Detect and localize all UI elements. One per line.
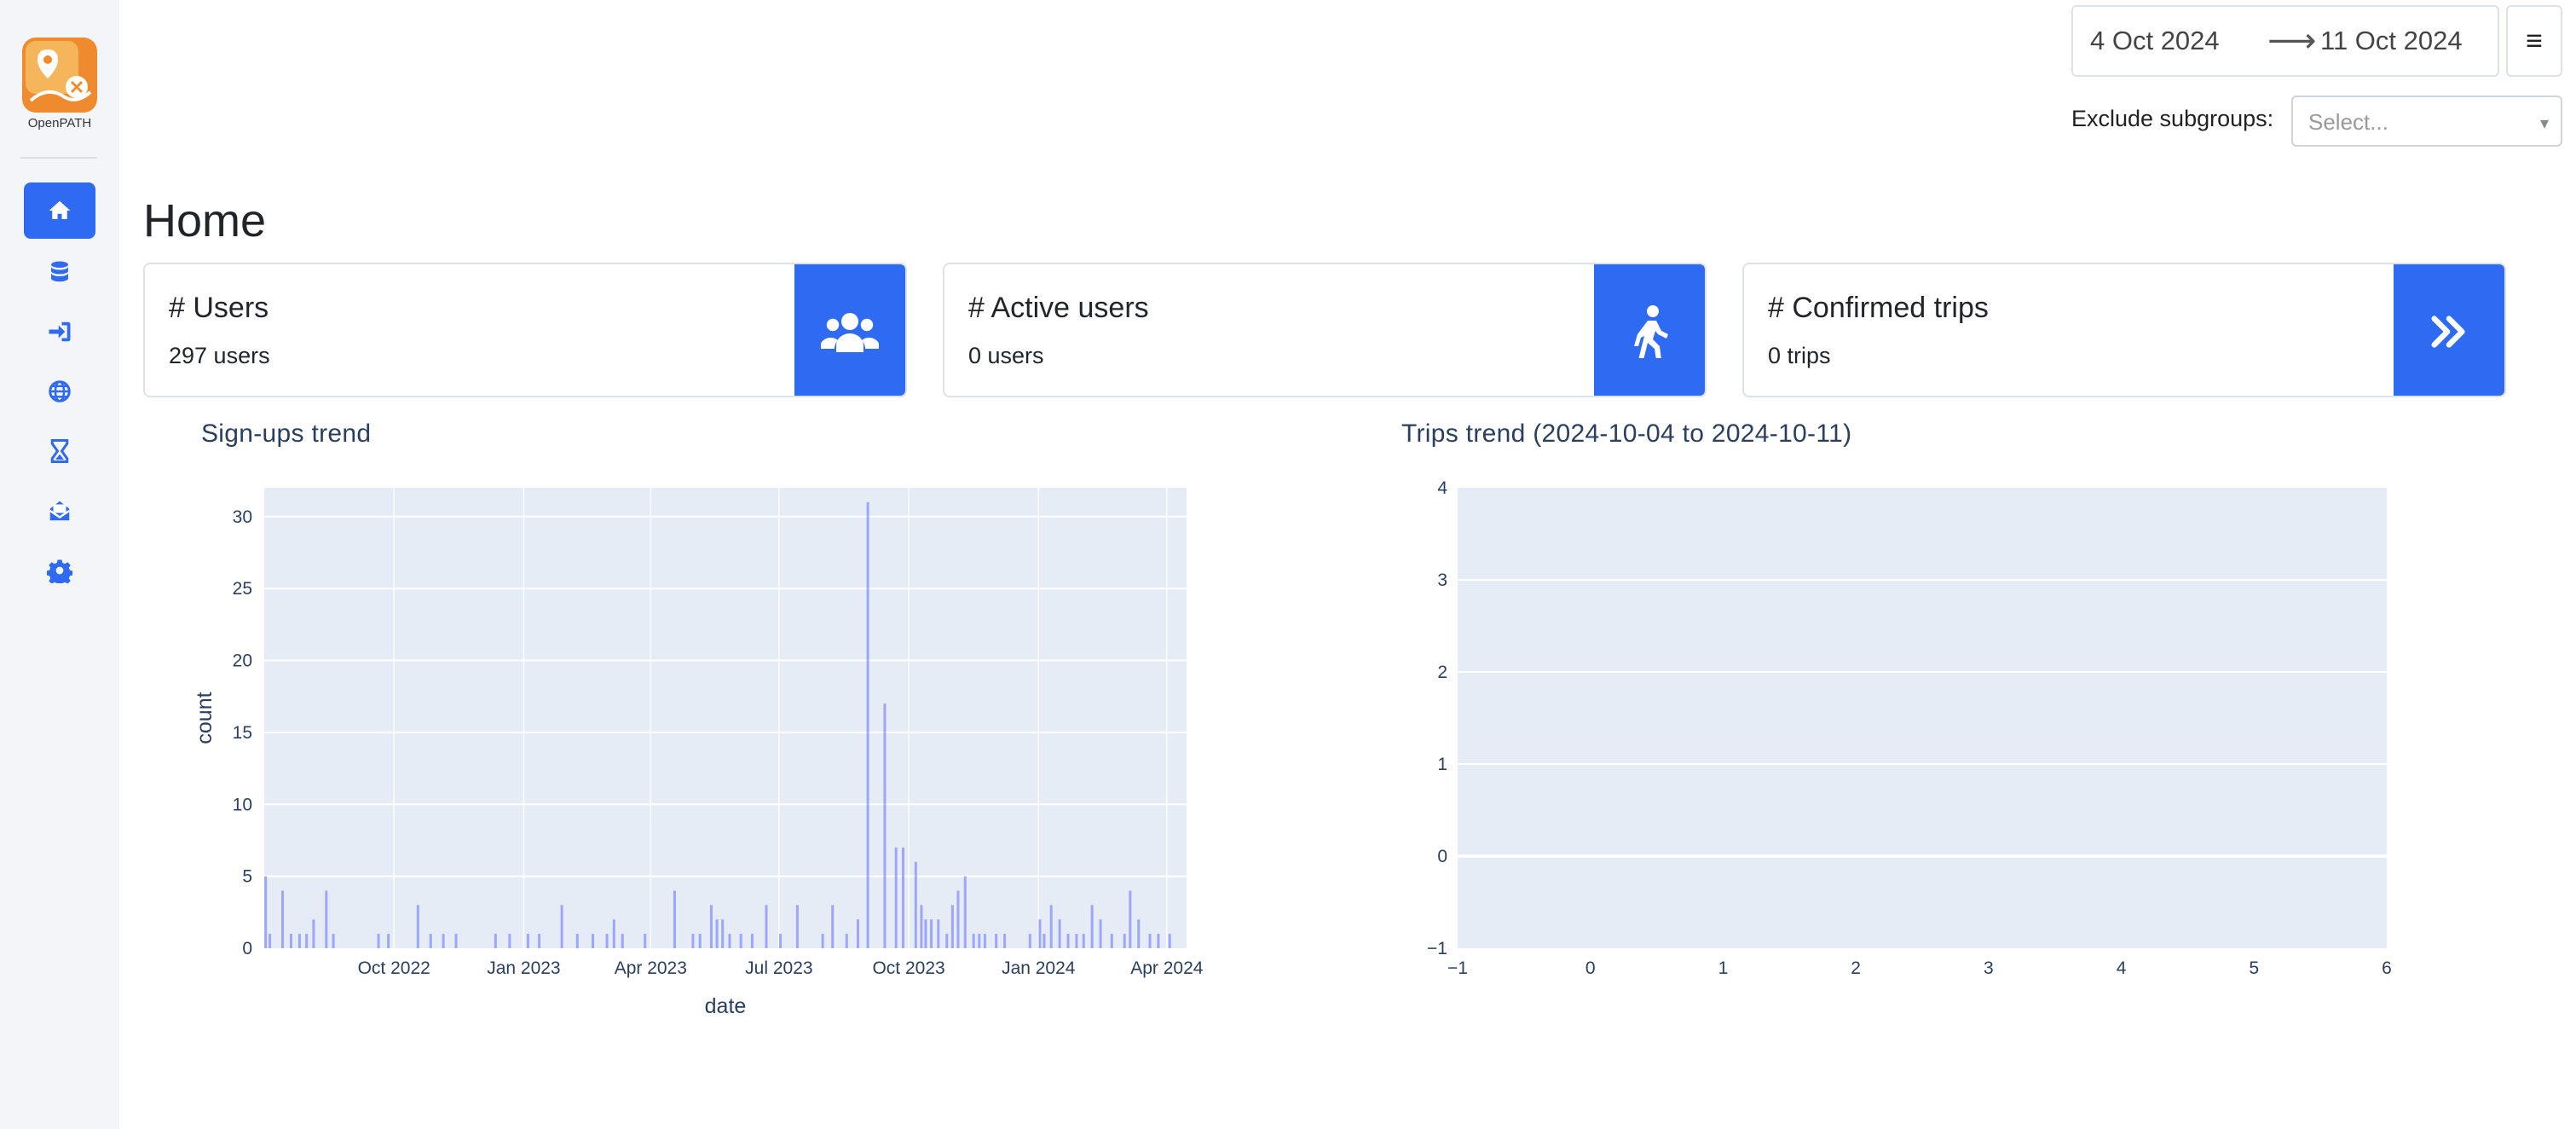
bar [995, 934, 998, 948]
bar [937, 919, 940, 948]
bar [494, 934, 497, 948]
bar [1049, 905, 1053, 948]
bar [1003, 934, 1007, 948]
bar [883, 703, 887, 948]
bar [765, 905, 768, 948]
y-tick-label: 25 [233, 579, 252, 599]
bar [721, 919, 725, 948]
bar [1058, 919, 1061, 948]
bar [575, 934, 579, 948]
x-axis-title: date [705, 994, 747, 1018]
bar [739, 934, 742, 948]
bar [1075, 934, 1078, 948]
bar [454, 934, 458, 948]
bar [698, 934, 702, 948]
bar [1043, 934, 1046, 948]
bar [715, 919, 719, 948]
bar [901, 847, 904, 948]
bar [950, 905, 954, 948]
bar [831, 905, 835, 948]
bar [305, 934, 309, 948]
bar [621, 934, 624, 948]
bar [750, 934, 754, 948]
bar [1110, 934, 1113, 948]
x-tick-label: Apr 2024 [1130, 958, 1204, 978]
bar [1168, 934, 1171, 948]
bar [1123, 934, 1126, 948]
x-tick-labels: Oct 2022 Jan 2023 Apr 2023 Jul 2023 Oct 2023… [358, 958, 1204, 978]
bar [972, 934, 975, 948]
bar [591, 934, 594, 948]
x-tick-label: Apr 2023 [615, 958, 687, 978]
bar [1066, 934, 1070, 948]
y-tick-label: 5 [242, 867, 252, 887]
bar [924, 919, 927, 948]
plot-area [264, 488, 1187, 948]
bar [845, 934, 848, 948]
bar [442, 934, 445, 948]
bar [312, 919, 315, 948]
bar [914, 861, 917, 948]
bar [1129, 890, 1132, 948]
bar [416, 905, 419, 948]
y-tick-label: 15 [233, 723, 252, 743]
bar [857, 919, 860, 948]
y-tick-label: 30 [233, 507, 252, 527]
bar [709, 905, 713, 948]
bar [1137, 919, 1141, 948]
x-tick-label: Jul 2023 [745, 958, 812, 978]
bar [779, 934, 783, 948]
bar [930, 919, 933, 948]
bar [1038, 919, 1042, 948]
signups-trend-chart: 0 5 10 15 20 25 30 Oct 2022 Jan 2023 Apr 2023 Jul… [193, 488, 1204, 1018]
bar [332, 934, 335, 948]
bar [673, 890, 676, 948]
bar [538, 934, 541, 948]
bar [894, 847, 898, 948]
y-axis-title: count [193, 692, 217, 744]
bar [945, 934, 949, 948]
bar [508, 934, 511, 948]
bar [325, 890, 328, 948]
bar [920, 905, 923, 948]
bar [429, 934, 432, 948]
bar [1090, 905, 1094, 948]
bar [605, 934, 609, 948]
bar [269, 934, 272, 948]
bar [1082, 934, 1085, 948]
y-tick-label: 20 [233, 651, 252, 671]
bar [691, 934, 695, 948]
x-tick-label: Jan 2024 [1002, 958, 1076, 978]
bar [728, 934, 731, 948]
bar [560, 905, 563, 948]
bar [956, 890, 960, 948]
bar [264, 876, 268, 948]
bar [612, 919, 615, 948]
bar [795, 905, 799, 948]
y-tick-label: 10 [233, 795, 252, 814]
bar [1157, 934, 1160, 948]
bar [866, 501, 869, 948]
bar [297, 934, 301, 948]
bar [644, 934, 647, 948]
x-tick-label: Oct 2022 [358, 958, 430, 978]
bar [1028, 934, 1031, 948]
bar [821, 934, 824, 948]
bar [387, 934, 390, 948]
bar [1148, 934, 1152, 948]
x-tick-label: Jan 2023 [487, 958, 560, 978]
bar [289, 934, 292, 948]
bar [526, 934, 529, 948]
bar [963, 876, 967, 948]
bar [281, 890, 285, 948]
y-tick-label: 0 [242, 939, 252, 958]
y-tick-labels: 0 5 10 15 20 25 30 [233, 507, 252, 958]
bar [978, 934, 981, 948]
x-tick-label: Oct 2023 [872, 958, 944, 978]
bar [1099, 919, 1102, 948]
bar [377, 934, 380, 948]
bar [983, 934, 986, 948]
